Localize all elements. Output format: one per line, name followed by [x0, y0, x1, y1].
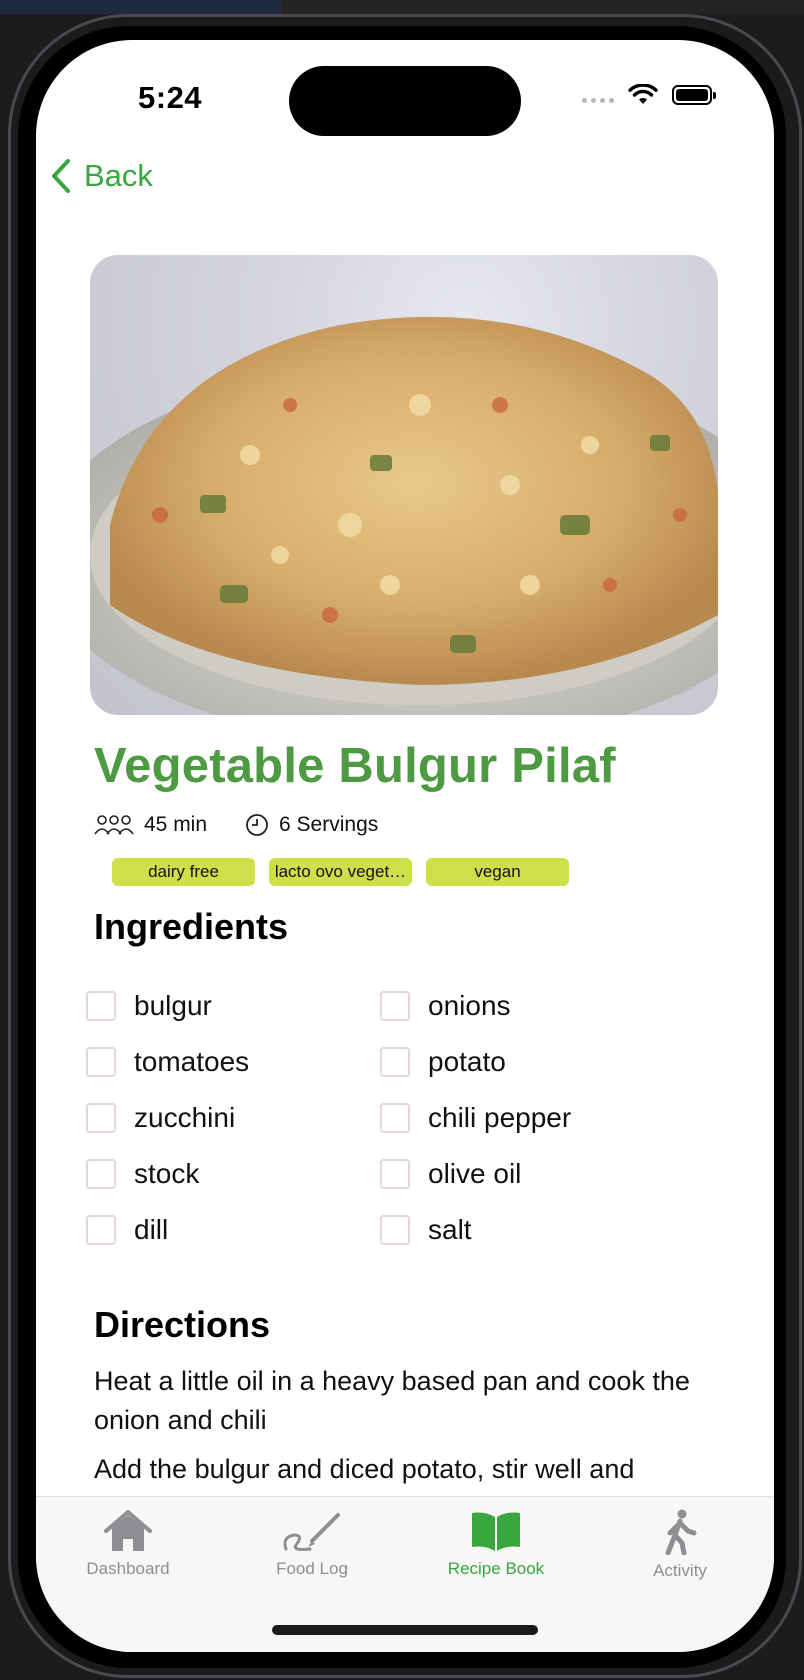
- cellular-signal-icon: [582, 97, 614, 103]
- battery-icon: [672, 85, 716, 105]
- directions-body: Heat a little oil in a heavy based pan a…: [94, 1362, 714, 1499]
- tab-food-log[interactable]: Food Log: [220, 1509, 404, 1579]
- tab-recipe-book[interactable]: Recipe Book: [404, 1509, 588, 1579]
- tag-vegan: vegan: [426, 858, 569, 886]
- house-icon: [104, 1510, 152, 1551]
- back-button[interactable]: Back: [50, 158, 153, 194]
- status-icons: [582, 84, 716, 106]
- direction-step: Heat a little oil in a heavy based pan a…: [94, 1366, 690, 1435]
- tab-label: Dashboard: [86, 1559, 170, 1578]
- ingredient-label: bulgur: [134, 990, 212, 1021]
- ingredient-item[interactable]: stock: [86, 1158, 199, 1190]
- chevron-left-icon: [52, 159, 70, 193]
- ingredient-label: onions: [428, 990, 511, 1021]
- pilaf-dish-illustration: [90, 316, 718, 715]
- open-book-icon: [472, 1512, 520, 1551]
- pencil-scribble-icon: [283, 1513, 340, 1551]
- wifi-icon: [628, 84, 658, 104]
- ingredient-item[interactable]: salt: [380, 1214, 472, 1246]
- ingredient-label: stock: [134, 1158, 200, 1189]
- tab-label: Recipe Book: [447, 1559, 545, 1578]
- ingredients-heading: Ingredients: [94, 906, 289, 947]
- direction-step: Add the bulgur and diced potato, stir we…: [94, 1454, 635, 1484]
- diet-tags: dairy free lacto ovo veget… vegan: [112, 858, 569, 886]
- desktop-background: [0, 0, 804, 14]
- recipe-time: 45 min: [144, 813, 208, 836]
- recipe-meta: 45 min 6 Servings: [94, 813, 416, 837]
- dynamic-island: [289, 66, 521, 136]
- people-group-icon: [94, 815, 134, 835]
- ingredient-item[interactable]: bulgur: [86, 990, 212, 1022]
- clock-icon: [246, 814, 268, 836]
- ingredient-label: dill: [134, 1214, 169, 1245]
- meta-servings: 6 Servings: [245, 813, 378, 837]
- walking-figure-icon: [665, 1509, 697, 1555]
- ingredient-item[interactable]: dill: [86, 1214, 168, 1246]
- ingredient-label: chili pepper: [428, 1102, 572, 1133]
- ingredient-item[interactable]: onions: [380, 990, 511, 1022]
- ingredient-item[interactable]: chili pepper: [380, 1102, 571, 1134]
- ingredient-item[interactable]: potato: [380, 1046, 506, 1078]
- home-indicator[interactable]: [272, 1625, 538, 1635]
- tab-dashboard[interactable]: Dashboard: [36, 1509, 220, 1579]
- recipe-title: Vegetable Bulgur Pilaf: [94, 739, 616, 793]
- tab-label: Food Log: [276, 1559, 348, 1578]
- recipe-servings: 6 Servings: [279, 813, 379, 836]
- ingredient-label: potato: [428, 1046, 506, 1077]
- ingredient-item[interactable]: olive oil: [380, 1158, 521, 1190]
- status-time: 5:24: [138, 80, 203, 115]
- back-label: Back: [84, 158, 153, 193]
- meta-time: 45 min: [94, 813, 207, 837]
- ingredient-checkbox[interactable]: [86, 1159, 116, 1189]
- app-screen: 5:24 Back Vegetable Bulgur Pilaf 45 min …: [36, 40, 774, 1652]
- ingredient-checkbox[interactable]: [86, 1215, 116, 1245]
- ingredient-item[interactable]: zucchini: [86, 1102, 235, 1134]
- ingredient-item[interactable]: tomatoes: [86, 1046, 249, 1078]
- tag-lacto-ovo: lacto ovo veget…: [269, 858, 412, 886]
- ingredient-checkbox[interactable]: [86, 1103, 116, 1133]
- ingredient-label: salt: [428, 1214, 472, 1245]
- tag-dairy-free: dairy free: [112, 858, 255, 886]
- ingredient-label: tomatoes: [134, 1046, 250, 1077]
- ingredient-checkbox[interactable]: [380, 1159, 410, 1189]
- ingredient-checkbox[interactable]: [380, 1103, 410, 1133]
- ingredient-checkbox[interactable]: [86, 1047, 116, 1077]
- ingredient-label: olive oil: [428, 1158, 522, 1189]
- recipe-photo: [90, 255, 718, 715]
- ingredient-checkbox[interactable]: [380, 1215, 410, 1245]
- tab-activity[interactable]: Activity: [588, 1509, 772, 1581]
- ingredient-checkbox[interactable]: [380, 991, 410, 1021]
- ingredient-checkbox[interactable]: [86, 991, 116, 1021]
- directions-heading: Directions: [94, 1304, 271, 1345]
- ingredient-label: zucchini: [134, 1102, 236, 1133]
- ingredient-checkbox[interactable]: [380, 1047, 410, 1077]
- tab-label: Activity: [653, 1561, 707, 1580]
